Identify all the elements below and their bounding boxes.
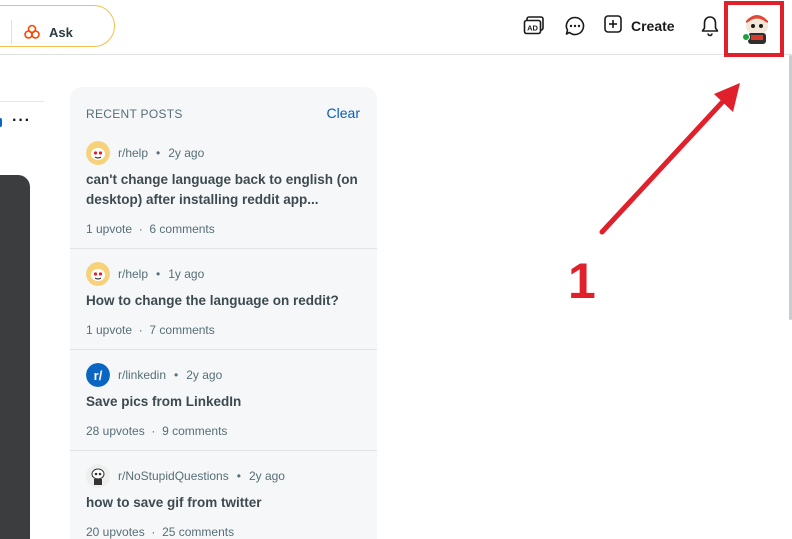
post-upvotes: 1 upvote (86, 323, 133, 337)
left-media-panel (0, 175, 30, 539)
meta-separator: · (148, 424, 159, 438)
snoo-help-icon (86, 262, 110, 286)
ad-icon[interactable]: AD (522, 14, 546, 38)
recent-posts-heading: RECENT POSTS (86, 107, 183, 121)
subreddit-linkedin-icon: r/ (86, 363, 110, 387)
meta-separator: · (148, 525, 159, 539)
annotation-number: 1 (568, 253, 596, 309)
post-meta: 1 upvote · 6 comments (86, 222, 215, 236)
recent-posts-panel: RECENT POSTS Clear r/help • 2y ago can't… (70, 87, 377, 539)
ask-label: Ask (49, 24, 73, 40)
post-dot: • (174, 368, 179, 382)
post-time: 2y ago (168, 146, 205, 160)
bell-icon[interactable] (698, 14, 722, 38)
left-edge-marker (0, 118, 2, 127)
post-subreddit[interactable]: r/NoStupidQuestions (118, 469, 229, 483)
post-subreddit[interactable]: r/help (118, 146, 148, 160)
more-options-button[interactable]: ··· (12, 112, 31, 130)
post-divider (70, 349, 377, 350)
post-divider (70, 450, 377, 451)
post-subreddit-row: r/help • 1y ago (86, 262, 204, 286)
post-comments: 6 comments (149, 222, 215, 236)
online-status-dot (742, 33, 750, 41)
post-meta: 28 upvotes · 9 comments (86, 424, 227, 438)
post-subreddit-row: r/help • 2y ago (86, 141, 204, 165)
post-upvotes: 20 upvotes (86, 525, 145, 539)
post-time: 2y ago (248, 469, 285, 483)
post-dot: • (156, 267, 161, 281)
post-upvotes: 1 upvote (86, 222, 133, 236)
ask-button[interactable]: Ask (23, 19, 73, 45)
post-subreddit[interactable]: r/linkedin (118, 368, 166, 382)
post-dot: • (236, 469, 241, 483)
top-header: Ask AD Create (0, 0, 792, 57)
post-subreddit[interactable]: r/help (118, 267, 148, 281)
annotation-arrow (599, 83, 740, 235)
svg-text:AD: AD (527, 24, 538, 33)
clear-button[interactable]: Clear (327, 105, 360, 121)
search-bar[interactable]: Ask (0, 5, 115, 47)
plus-icon (604, 14, 622, 38)
create-button[interactable]: Create (604, 13, 675, 39)
post-title[interactable]: Save pics from LinkedIn (86, 392, 361, 412)
meta-separator: · (135, 323, 147, 337)
post-subreddit-row: r/ r/linkedin • 2y ago (86, 363, 222, 387)
post-title[interactable]: how to save gif from twitter (86, 493, 361, 513)
post-divider (70, 248, 377, 249)
create-label: Create (631, 18, 675, 34)
meta-separator: · (135, 222, 147, 236)
post-meta: 20 upvotes · 25 comments (86, 525, 234, 539)
post-dot: • (156, 146, 161, 160)
left-divider (0, 101, 44, 102)
svg-text:r/: r/ (94, 368, 103, 383)
post-meta: 1 upvote · 7 comments (86, 323, 215, 337)
post-title[interactable]: How to change the language on reddit? (86, 291, 361, 311)
post-time: 1y ago (168, 267, 205, 281)
post-comments: 7 comments (149, 323, 215, 337)
post-comments: 25 comments (162, 525, 235, 539)
post-time: 2y ago (186, 368, 223, 382)
post-upvotes: 28 upvotes (86, 424, 145, 438)
subreddit-nostupidquestions-icon (86, 464, 110, 488)
post-comments: 9 comments (162, 424, 228, 438)
avatar-highlight-box (724, 1, 784, 57)
search-divider (11, 20, 12, 44)
post-subreddit-row: r/NoStupidQuestions • 2y ago (86, 464, 285, 488)
post-title[interactable]: can't change language back to english (o… (86, 170, 361, 210)
chat-icon[interactable] (563, 14, 587, 38)
snoo-help-icon (86, 141, 110, 165)
ask-icon (23, 23, 41, 41)
